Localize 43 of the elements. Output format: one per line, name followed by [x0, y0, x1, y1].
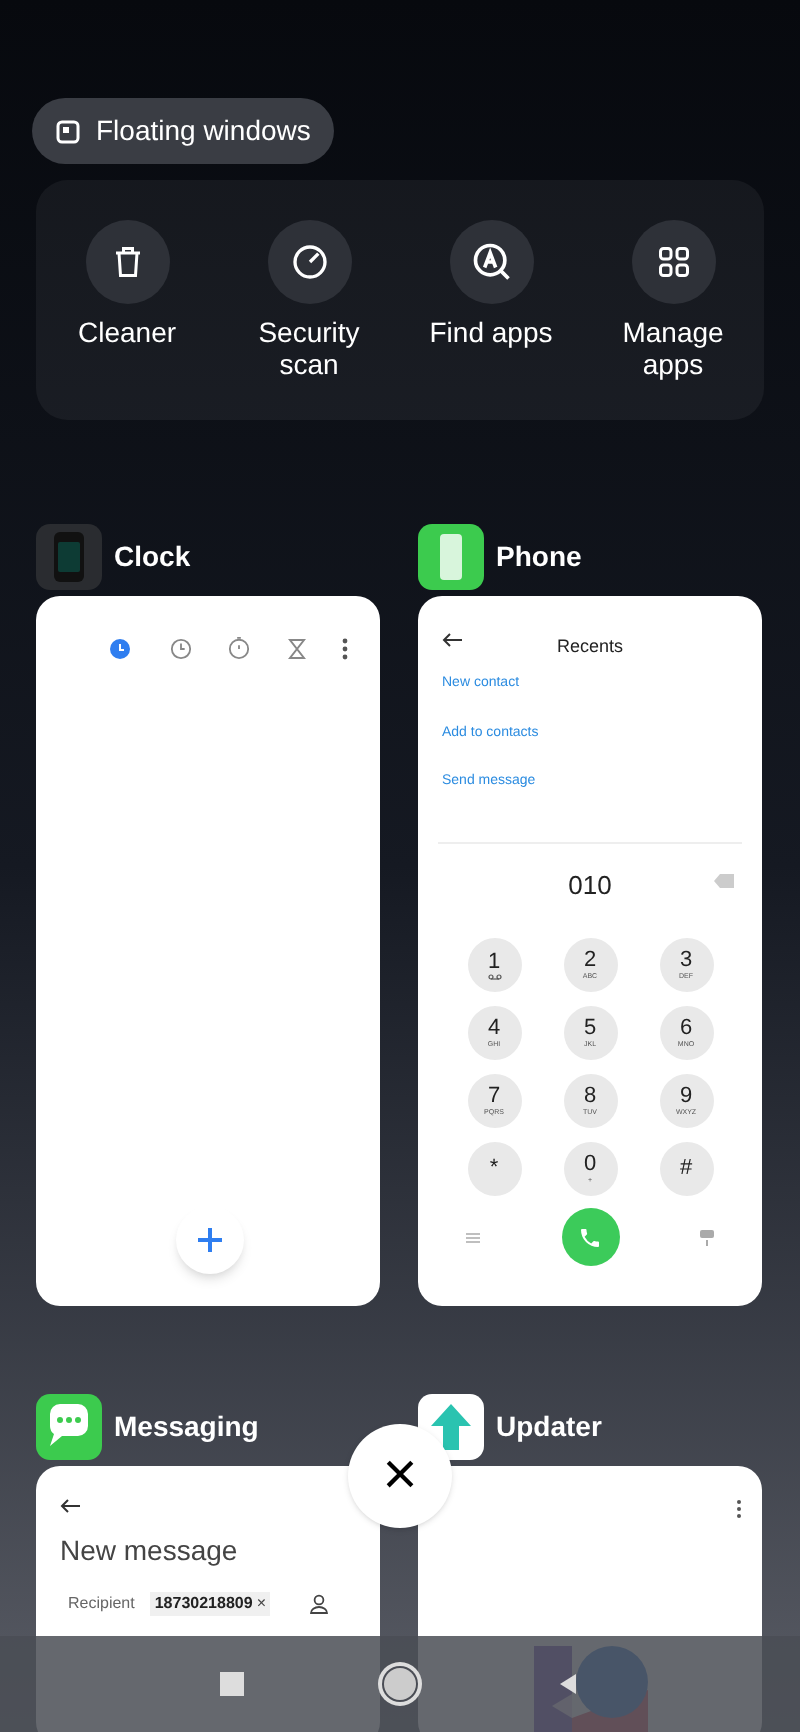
- floating-windows-button[interactable]: Floating windows: [32, 98, 335, 164]
- screen-title: Recents: [556, 634, 624, 660]
- backspace-icon: [714, 873, 734, 887]
- screen-title: New message: [60, 1532, 238, 1570]
- phone-icon: [578, 1225, 602, 1249]
- menu-icon: [466, 1231, 480, 1243]
- home-button[interactable]: [384, 1668, 416, 1700]
- window-icon: [56, 119, 80, 143]
- remove-icon[interactable]: ×: [256, 1592, 266, 1616]
- shortcut-button[interactable]: Security scan: [218, 220, 400, 420]
- add-button[interactable]: [176, 1206, 244, 1274]
- plus-icon: [196, 1226, 224, 1254]
- call-button[interactable]: [561, 1208, 619, 1266]
- person-icon: [309, 1594, 328, 1614]
- dialed-number: 010: [568, 867, 612, 903]
- alarm-icon: [108, 636, 132, 660]
- shortcut-button[interactable]: Find apps: [400, 220, 582, 420]
- keypad-icon: [700, 1229, 714, 1245]
- chat-bubble-app-icon: [36, 1394, 102, 1460]
- voicemail-icon: [487, 973, 501, 979]
- hourglass-icon: [287, 637, 305, 659]
- dial-key[interactable]: *: [467, 1142, 521, 1196]
- back-arrow-icon: [442, 632, 462, 648]
- app-name: Phone: [496, 538, 582, 576]
- recipient-chip[interactable]: 18730218809 ×: [150, 1592, 270, 1616]
- dial-key[interactable]: #: [659, 1142, 713, 1196]
- app-name: Messaging: [114, 1408, 259, 1446]
- app-name: Updater: [496, 1408, 602, 1446]
- gauge-icon: [289, 242, 329, 282]
- recipient-label: Recipient: [68, 1592, 135, 1616]
- more-icon: [342, 637, 348, 659]
- shortcut-button[interactable]: Cleaner: [36, 220, 218, 420]
- dial-key[interactable]: 1: [467, 938, 521, 992]
- back-arrow-icon: [60, 1498, 80, 1514]
- stopwatch-icon: [228, 636, 250, 660]
- more-icon: [736, 1500, 742, 1518]
- clock-icon: [169, 637, 191, 659]
- grid-icon: [655, 244, 691, 280]
- app-search-icon: [469, 240, 513, 284]
- shortcut-button[interactable]: Manage apps: [582, 220, 764, 420]
- phone-app-icon: [418, 524, 484, 590]
- watch-app-icon: [36, 524, 102, 590]
- app-name: Clock: [114, 538, 191, 576]
